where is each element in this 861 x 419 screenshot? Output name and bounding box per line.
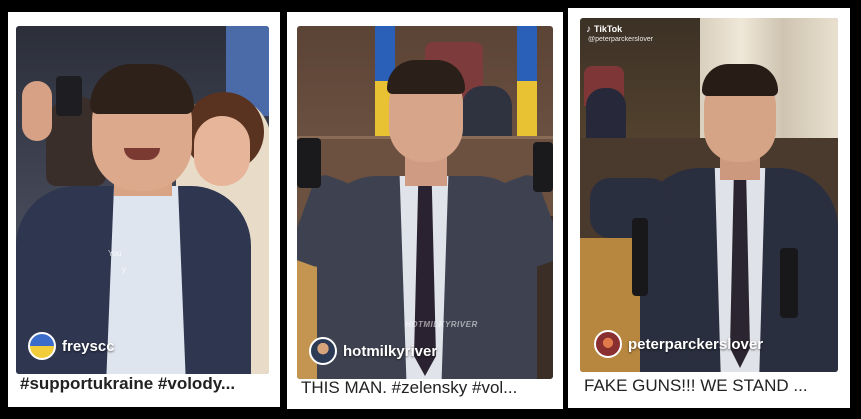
avatar[interactable] <box>309 337 337 365</box>
username[interactable]: hotmilkyriver <box>343 343 437 360</box>
video-thumbnail[interactable]: You y freyscc <box>16 26 269 374</box>
username[interactable]: peterparckerslover <box>628 336 763 353</box>
video-overlay-text: You y <box>108 249 126 274</box>
video-watermark: HOTMILKYRIVER <box>405 320 478 329</box>
avatar[interactable] <box>594 330 622 358</box>
tiktok-watermark: ♪ TikTok @peterparckerslover <box>586 24 653 44</box>
video-caption[interactable]: FAKE GUNS!!! WE STAND ... <box>584 376 846 396</box>
video-grid: You y freyscc #supportukraine #volody... <box>0 0 861 419</box>
video-card[interactable]: HOTMILKYRIVER hotmilkyriver THIS MAN. #z… <box>287 12 563 409</box>
video-author[interactable]: freyscc <box>28 332 115 360</box>
username[interactable]: freyscc <box>62 338 115 355</box>
video-author[interactable]: hotmilkyriver <box>309 337 437 365</box>
video-frame-press-event: You y <box>16 26 269 374</box>
tiktok-icon: ♪ <box>586 23 591 35</box>
video-thumbnail[interactable]: HOTMILKYRIVER hotmilkyriver <box>297 26 553 379</box>
tiktok-app-name: TikTok <box>594 24 623 34</box>
video-caption[interactable]: #supportukraine #volody... <box>20 374 272 394</box>
video-frame-parliament: HOTMILKYRIVER <box>297 26 553 379</box>
video-card[interactable]: ♪ TikTok @peterparckerslover peterparcke… <box>568 8 850 408</box>
video-thumbnail[interactable]: ♪ TikTok @peterparckerslover peterparcke… <box>580 18 838 372</box>
video-frame-tiktok-clip: ♪ TikTok @peterparckerslover <box>580 18 838 372</box>
video-caption[interactable]: THIS MAN. #zelensky #vol... <box>301 378 557 398</box>
video-author[interactable]: peterparckerslover <box>594 330 763 358</box>
avatar[interactable] <box>28 332 56 360</box>
tiktok-handle: @peterparckerslover <box>588 36 654 43</box>
video-card[interactable]: You y freyscc #supportukraine #volody... <box>8 12 280 407</box>
